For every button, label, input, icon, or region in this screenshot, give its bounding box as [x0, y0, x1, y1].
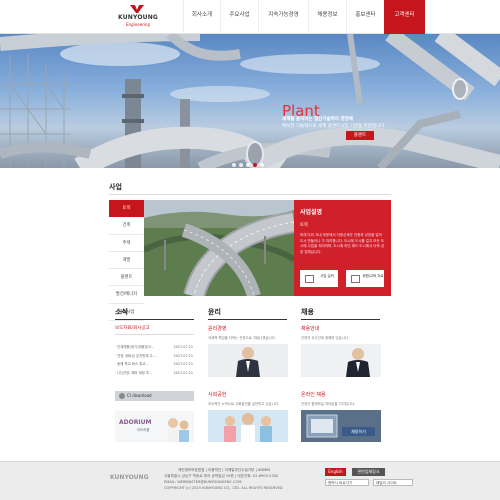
ci-download-button[interactable]: CI download: [115, 391, 194, 401]
list-item[interactable]: · 동해 학교 버스 휴교... 2017.07.21: [115, 360, 193, 369]
footer: KUNYOUNG 개인정보보호방침 | 이용약관 | 이메일무단수집거부 | A…: [0, 461, 500, 500]
ethics-management-desc: 국제적 책임을 다하는 건영으로 거듭나겠습니다.: [208, 336, 276, 340]
ethics-photo: [208, 344, 288, 377]
list-item[interactable]: · 건영, 베트남 호치민에 주... 2017.07.21: [115, 352, 193, 361]
family-photo: [168, 418, 189, 442]
divider: [115, 334, 194, 335]
slide-dot-4[interactable]: [253, 163, 257, 167]
side-menu-architecture[interactable]: 건축: [109, 217, 144, 235]
family-site-select[interactable]: 패밀리 사이트: [373, 479, 413, 486]
english-button[interactable]: English: [325, 468, 346, 476]
online-recruit-title[interactable]: 온라인 채용: [301, 391, 326, 398]
header: KUNYOUNG Engineering 회사소개 주요사업 지속가능경영 채용…: [0, 0, 500, 34]
highway-image: [144, 200, 294, 296]
business-section-title: 사업: [109, 183, 122, 191]
recruit-title: 채용: [301, 308, 314, 316]
hero-plant-button[interactable]: 플랜트: [346, 131, 374, 140]
slide-dot-2[interactable]: [239, 163, 243, 167]
divider: [109, 194, 391, 195]
business-materials-button[interactable]: 회원/교육 자료: [346, 270, 384, 287]
divider: [115, 319, 194, 320]
recruit-guide-title[interactable]: 채용안내: [301, 325, 319, 332]
footer-address: 서울특별시 강남구 학동로 체의 공학빌딩 16층 | 대표전화: 02-690…: [164, 474, 279, 478]
recruit-photo: [301, 344, 381, 377]
nav-item-business[interactable]: 주요사업: [220, 0, 258, 34]
logo-mark-icon: [130, 5, 144, 13]
divider: [301, 319, 380, 320]
side-menu-development[interactable]: 개발: [109, 251, 144, 270]
list-item[interactable]: · 인재채용(정기)채용공고... 2017.07.21: [115, 343, 193, 352]
business-panel-title: 사업설명: [300, 209, 323, 216]
online-recruit-photo: [301, 410, 381, 442]
hero-description: 확보한 기술력으로 세계 플랜트시장 기반을 마련합니다.: [282, 124, 386, 129]
ethics-management-title[interactable]: 윤리경영: [208, 325, 226, 332]
related-sites-button[interactable]: 관련업체링크: [352, 468, 385, 476]
slide-dot-3[interactable]: [246, 163, 250, 167]
side-menu-plant[interactable]: 플랜트: [109, 269, 144, 287]
hero-banner: Plant 세계를 움직이는 첨단기술력의 경영체 확보한 기술력으로 세계 플…: [0, 34, 500, 168]
slide-pager: [232, 163, 264, 167]
social-contribution-title[interactable]: 사회공헌: [208, 391, 226, 398]
news-list: · 인재채용(정기)채용공고... 2017.07.21 · 건영, 베트남 호치…: [115, 343, 193, 377]
partner-select[interactable]: 협력사 바로가기: [325, 479, 369, 486]
adorium-banner[interactable]: ADORIUM 아도리움: [115, 411, 194, 442]
business-panel-subtitle: 토목: [300, 223, 308, 228]
recruit-guide-desc: 건영의 우수인재 정해져 있습니다.: [301, 336, 349, 340]
logo-tagline: Engineering: [126, 22, 150, 27]
nav-item-customer[interactable]: 고객센터: [384, 0, 425, 34]
side-menu-housing[interactable]: 주택: [109, 234, 144, 252]
footer-email: EMAIL: WEBMASTER@KUNYOUNGENC.COM: [164, 480, 242, 484]
news-title: 소식: [115, 308, 128, 316]
footer-copyright: COPYRIGHT (c) 2015 KUNYOUNG CO., LTD. AL…: [164, 486, 283, 490]
social-photo: [208, 410, 288, 442]
slide-dot-5[interactable]: [260, 163, 264, 167]
hero-plant-image: [0, 34, 500, 168]
footer-logo: KUNYOUNG: [110, 474, 149, 481]
business-side-menu: 토목 건축 주택 개발 플랜트 발전/에너지 해외사업: [109, 200, 144, 322]
apply-button[interactable]: 채용하기: [342, 427, 375, 436]
logo[interactable]: KUNYOUNG Engineering: [112, 5, 164, 31]
social-contribution-desc: 지속적인 노력으로 사회발전을 실천하고 있습니다.: [208, 402, 279, 406]
hero-headline: 세계를 움직이는 첨단기술력의 경영체: [282, 117, 353, 122]
nav-item-company[interactable]: 회사소개: [183, 0, 220, 34]
side-menu-energy[interactable]: 발전/에너지: [109, 286, 144, 304]
main-nav: 회사소개 주요사업 지속가능경영 채용정보 홍보센터 고객센터: [183, 0, 425, 34]
online-recruit-desc: 건영이 함께하실 여러분을 기다립니다.: [301, 402, 356, 406]
business-description-panel: 사업설명 토목 미래 다리 국내 부문에서 지멍신세무 인증과 성장을 일의 도…: [294, 200, 391, 296]
logo-text: KUNYOUNG: [117, 14, 159, 21]
news-tab[interactable]: 보도자료/회사공고: [115, 325, 150, 331]
monitor-icon: [305, 275, 314, 283]
nav-item-sustainability[interactable]: 지속가능경영: [258, 0, 308, 34]
business-results-button[interactable]: 사업 실적: [300, 270, 338, 287]
slide-dot-1[interactable]: [232, 163, 236, 167]
footer-links[interactable]: 개인정보보호방침 | 이용약관 | 이메일무단수집거부 | ADMIN: [178, 468, 270, 473]
list-item[interactable]: · (주)건영, 해외 재정 투... 2017.07.21: [115, 369, 193, 378]
document-icon: [351, 275, 360, 283]
side-menu-civil[interactable]: 토목: [109, 200, 144, 218]
business-panel-description: 미래 다리 국내 부문에서 지멍신세무 인증과 성장을 일의 도시 만들어나 가…: [300, 233, 385, 254]
download-icon: [119, 393, 125, 399]
divider: [208, 319, 287, 320]
nav-item-recruit[interactable]: 채용정보: [308, 0, 346, 34]
ethics-title: 윤리: [208, 308, 221, 316]
nav-item-pr[interactable]: 홍보센터: [346, 0, 384, 34]
